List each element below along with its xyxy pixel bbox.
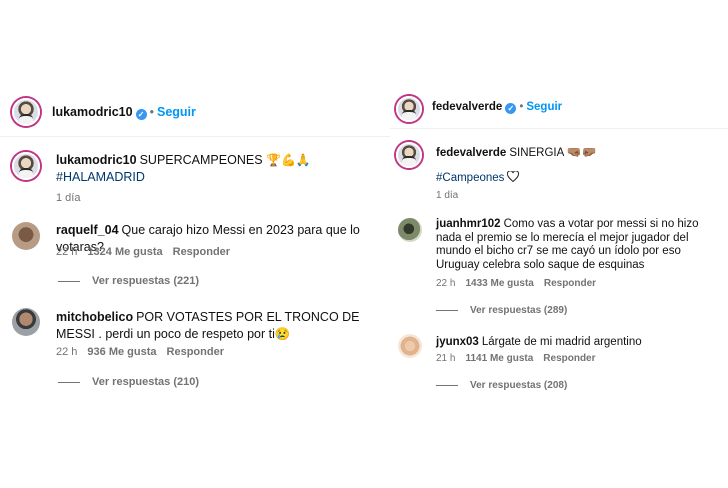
caption-text: lukamodric10 SUPERCAMPEONES 🏆💪🙏 #HALAMADR… xyxy=(56,152,376,186)
comment-meta: 22 h 1433 Me gusta Responder xyxy=(436,278,606,289)
reply-button[interactable]: Responder xyxy=(543,353,595,364)
comment-age: 22 h xyxy=(436,278,456,289)
replies-line xyxy=(58,381,80,383)
separator-dot: • xyxy=(519,101,524,113)
comment-meta: 22 h 1324 Me gusta Responder xyxy=(56,246,240,258)
caption-hashtag[interactable]: #HALAMADRID xyxy=(56,170,145,184)
comment-age: 22 h xyxy=(56,246,78,258)
right-post-header: fedevalverde ✓ • Seguir xyxy=(432,101,562,114)
comment-body: Lárgate de mi madrid argentino xyxy=(481,336,642,348)
caption-hashtag-row: #Campeones xyxy=(436,170,520,187)
replies-label: Ver respuestas (210) xyxy=(92,376,200,388)
left-post-header: lukamodric10 ✓ • Seguir xyxy=(52,105,196,120)
reply-button[interactable]: Responder xyxy=(173,246,230,258)
caption-body: SINERGIA xyxy=(509,147,564,159)
comment-text: mitchobelico POR VOTASTES POR EL TRONCO D… xyxy=(56,309,376,343)
header-divider xyxy=(0,136,390,137)
replies-line xyxy=(436,384,458,386)
comment-likes[interactable]: 1433 Me gusta xyxy=(465,278,533,289)
comment-username[interactable]: raquelf_04 xyxy=(56,223,119,237)
comment-meta: 22 h 936 Me gusta Responder xyxy=(56,346,234,358)
comment-username[interactable]: juanhmr102 xyxy=(436,218,501,230)
caption-emojis: 🤜🏽🤛🏽 xyxy=(566,145,597,159)
mitchobelico-avatar[interactable] xyxy=(12,308,40,336)
heart-icon[interactable] xyxy=(507,171,520,182)
caption-age: 1 día xyxy=(56,192,81,204)
header-divider xyxy=(390,128,728,129)
lukamodric-header-avatar[interactable] xyxy=(12,98,40,126)
comment-username[interactable]: mitchobelico xyxy=(56,310,133,324)
caption-emojis: 🏆💪🙏 xyxy=(266,153,311,167)
comment-age: 22 h xyxy=(56,346,78,358)
view-replies-button[interactable]: Ver respuestas (289) xyxy=(436,305,567,316)
comment-likes[interactable]: 1141 Me gusta xyxy=(465,353,533,364)
follow-button[interactable]: Seguir xyxy=(157,105,196,119)
raquelf-avatar[interactable] xyxy=(12,222,40,250)
juanhmr-avatar[interactable] xyxy=(398,218,422,242)
view-replies-button[interactable]: Ver respuestas (208) xyxy=(436,380,567,391)
comment-age: 21 h xyxy=(436,353,456,364)
caption-body: SUPERCAMPEONES xyxy=(139,153,263,167)
verified-badge-icon: ✓ xyxy=(505,103,517,114)
left-post-panel: lukamodric10 ✓ • Seguir lukamodric10 SUPERCA… xyxy=(0,88,400,398)
reply-button[interactable]: Responder xyxy=(167,346,224,358)
lukamodric-caption-avatar[interactable] xyxy=(12,152,40,180)
reply-button[interactable]: Responder xyxy=(544,278,596,289)
caption-username[interactable]: lukamodric10 xyxy=(56,153,137,167)
view-replies-button[interactable]: Ver respuestas (210) xyxy=(58,376,199,388)
right-header-username[interactable]: fedevalverde xyxy=(432,101,502,113)
comment-meta: 21 h 1141 Me gusta Responder xyxy=(436,353,606,364)
fedevalverde-header-avatar[interactable] xyxy=(396,96,422,122)
fedevalverde-caption-avatar[interactable] xyxy=(396,142,422,168)
caption-text: fedevalverde SINERGIA 🤜🏽🤛🏽 xyxy=(436,144,716,162)
follow-button[interactable]: Seguir xyxy=(526,101,562,113)
replies-label: Ver respuestas (221) xyxy=(92,275,200,287)
replies-label: Ver respuestas (289) xyxy=(470,305,568,316)
right-post-panel: fedevalverde ✓ • Seguir fedevalverde SINERGI… xyxy=(390,88,728,398)
comment-username[interactable]: jyunx03 xyxy=(436,336,479,348)
caption-hashtag[interactable]: #Campeones xyxy=(436,172,504,184)
comment-text: juanhmr102 Como vas a votar por messi si … xyxy=(436,218,726,272)
replies-line xyxy=(436,309,458,311)
jyunx03-avatar[interactable] xyxy=(398,334,422,358)
caption-username[interactable]: fedevalverde xyxy=(436,147,506,159)
view-replies-button[interactable]: Ver respuestas (221) xyxy=(58,275,199,287)
separator-dot: • xyxy=(149,105,154,119)
comment-text: jyunx03 Lárgate de mi madrid argentino xyxy=(436,334,726,351)
comment-likes[interactable]: 936 Me gusta xyxy=(87,346,156,358)
verified-badge-icon: ✓ xyxy=(135,109,147,120)
left-header-username[interactable]: lukamodric10 xyxy=(52,105,133,119)
comment-likes[interactable]: 1324 Me gusta xyxy=(87,246,162,258)
replies-label: Ver respuestas (208) xyxy=(470,380,568,391)
caption-age: 1 día xyxy=(436,190,459,201)
replies-line xyxy=(58,280,80,282)
